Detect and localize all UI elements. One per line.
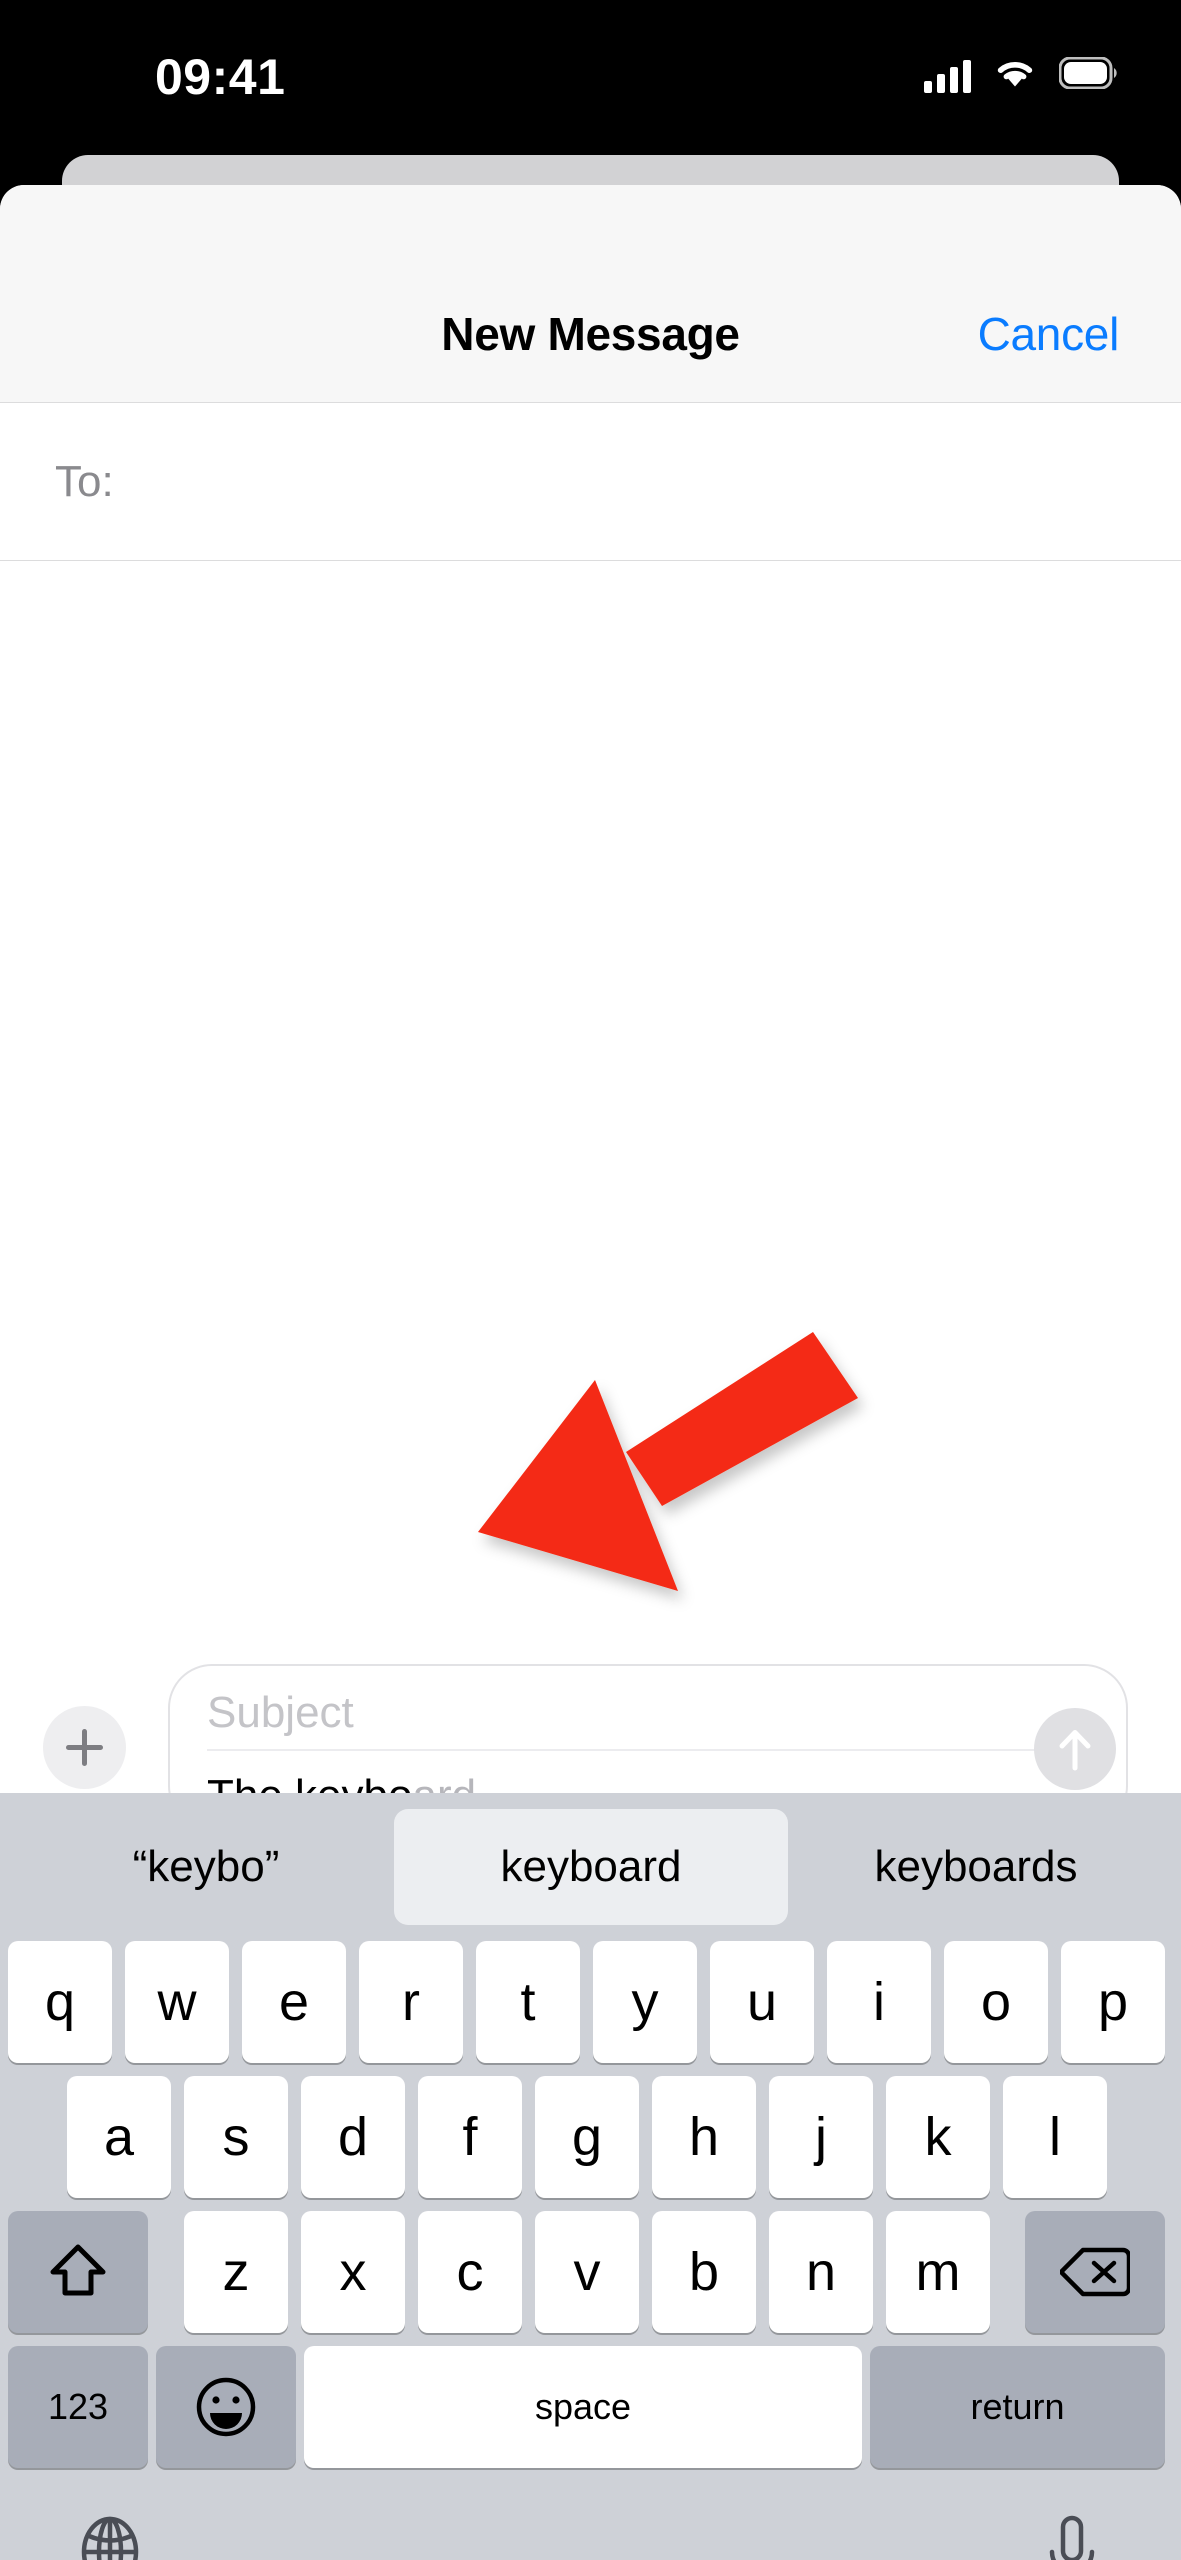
keyboard-row-2: a s d f g h j k l [0,2076,1181,2211]
key-o[interactable]: o [944,1941,1048,2063]
return-key[interactable]: return [870,2346,1165,2468]
key-j[interactable]: j [769,2076,873,2198]
send-arrow-up-icon [1059,1730,1091,1771]
predictive-text-bar: “keybo” keyboard keyboards [0,1793,1181,1941]
key-c[interactable]: c [418,2211,522,2333]
add-attachment-button[interactable] [43,1706,126,1789]
keyboard-row-4: 123 space return [0,2346,1181,2486]
status-bar-icons [924,56,1119,95]
emoji-key[interactable] [156,2346,296,2468]
key-h[interactable]: h [652,2076,756,2198]
key-l[interactable]: l [1003,2076,1107,2198]
key-z[interactable]: z [184,2211,288,2333]
space-key[interactable]: space [304,2346,862,2468]
key-i[interactable]: i [827,1941,931,2063]
battery-icon [1058,56,1119,94]
keyboard-row-3: z x c v b n m [0,2211,1181,2346]
shift-arrow-up-icon [50,2244,106,2296]
subject-input[interactable]: Subject [170,1666,1126,1749]
shift-key[interactable] [8,2211,148,2333]
prediction-candidate-0[interactable]: “keybo” [18,1809,394,1925]
status-bar-time: 09:41 [155,49,286,105]
backspace-delete-icon [1060,2247,1130,2297]
send-button[interactable] [1034,1708,1116,1790]
key-n[interactable]: n [769,2211,873,2333]
keyboard-utility-row [0,2486,1181,2560]
key-t[interactable]: t [476,1941,580,2063]
key-y[interactable]: y [593,1941,697,2063]
key-f[interactable]: f [418,2076,522,2198]
prediction-candidate-1[interactable]: keyboard [394,1809,788,1925]
key-x[interactable]: x [301,2211,405,2333]
key-m[interactable]: m [886,2211,990,2333]
conversation-canvas [0,561,1181,1636]
prediction-candidate-2[interactable]: keyboards [788,1809,1164,1925]
key-d[interactable]: d [301,2076,405,2198]
backspace-key[interactable] [1025,2211,1165,2333]
key-u[interactable]: u [710,1941,814,2063]
iphone-screen: 09:41 New Message Cancel To: Subject “ke… [0,0,1181,2560]
key-s[interactable]: s [184,2076,288,2198]
new-message-sheet: New Message Cancel To: Subject The keybo… [0,185,1181,2560]
globe-language-icon [81,2516,139,2560]
navigation-bar: New Message Cancel [0,185,1181,403]
key-b[interactable]: b [652,2211,756,2333]
plus-icon-vertical [82,1729,87,1766]
onscreen-keyboard: “keybo” keyboard keyboards q w e r t y u… [0,1793,1181,2560]
numbers-key[interactable]: 123 [8,2346,148,2468]
to-field-label: To: [55,457,114,506]
key-k[interactable]: k [886,2076,990,2198]
recipient-field-row[interactable]: To: [0,403,1181,561]
status-bar: 09:41 [0,0,1181,150]
microphone-dictation-icon [1049,2515,1095,2560]
key-r[interactable]: r [359,1941,463,2063]
key-g[interactable]: g [535,2076,639,2198]
cellular-signal-icon [924,59,971,93]
key-v[interactable]: v [535,2211,639,2333]
cancel-button[interactable]: Cancel [978,307,1120,361]
keyboard-row-1: q w e r t y u i o p [0,1941,1181,2076]
key-e[interactable]: e [242,1941,346,2063]
key-w[interactable]: w [125,1941,229,2063]
dictation-key[interactable] [1041,2514,1103,2560]
globe-language-key[interactable] [72,2514,148,2560]
subject-placeholder: Subject [207,1688,354,1737]
emoji-smiley-icon [196,2377,256,2437]
wifi-icon [993,56,1037,95]
key-a[interactable]: a [67,2076,171,2198]
key-q[interactable]: q [8,1941,112,2063]
key-p[interactable]: p [1061,1941,1165,2063]
